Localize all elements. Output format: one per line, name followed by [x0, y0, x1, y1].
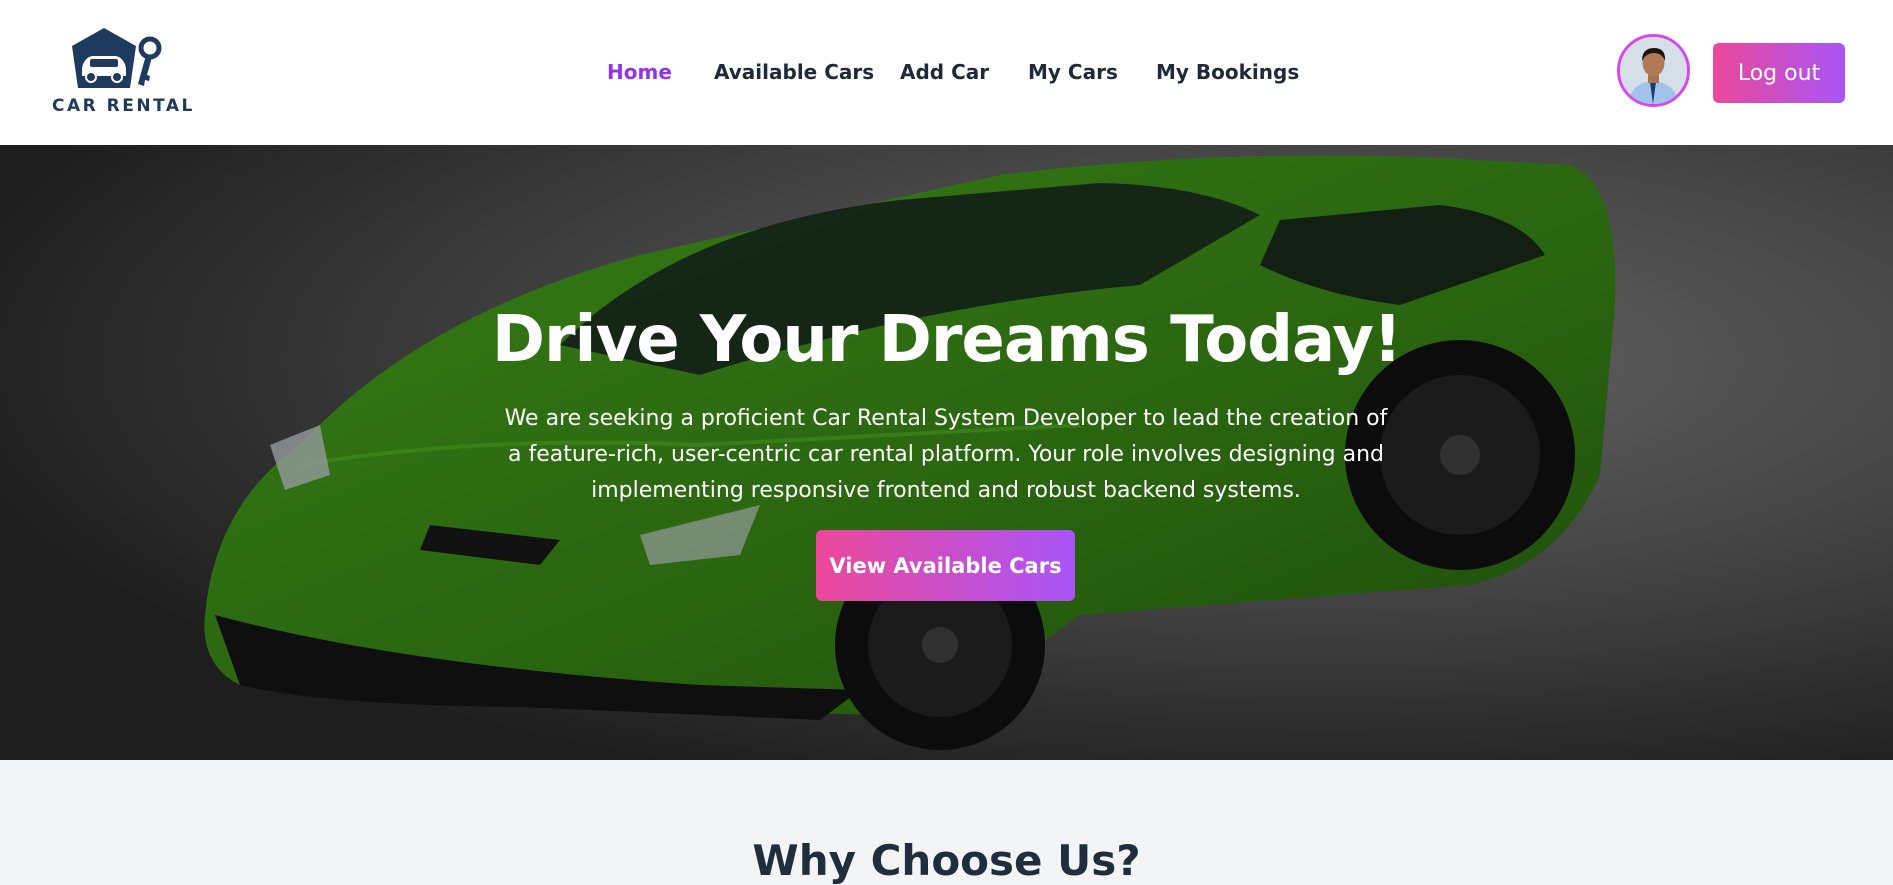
user-avatar[interactable] — [1617, 34, 1690, 107]
hero-section: Drive Your Dreams Today! We are seeking … — [0, 145, 1893, 760]
brand-name: CAR RENTAL — [52, 96, 195, 116]
view-available-cars-button[interactable]: View Available Cars — [816, 530, 1075, 601]
main-nav: Home Available Cars Add Car My Cars My B… — [0, 60, 1893, 90]
nav-link-add-car[interactable]: Add Car — [900, 60, 989, 84]
nav-link-home[interactable]: Home — [607, 60, 672, 84]
hero-description: We are seeking a proficient Car Rental S… — [504, 406, 1388, 503]
nav-link-available-cars[interactable]: Available Cars — [714, 60, 874, 84]
section-title: Why Choose Us? — [752, 836, 1141, 885]
nav-link-my-cars[interactable]: My Cars — [1028, 60, 1118, 84]
user-avatar-icon — [1620, 37, 1687, 104]
navbar: CAR RENTAL Home Available Cars Add Car M… — [0, 0, 1893, 145]
why-choose-us-section: Why Choose Us? — [0, 760, 1893, 885]
nav-link-my-bookings[interactable]: My Bookings — [1156, 60, 1299, 84]
logout-button[interactable]: Log out — [1713, 43, 1845, 103]
hero-title: Drive Your Dreams Today! — [491, 303, 1402, 377]
